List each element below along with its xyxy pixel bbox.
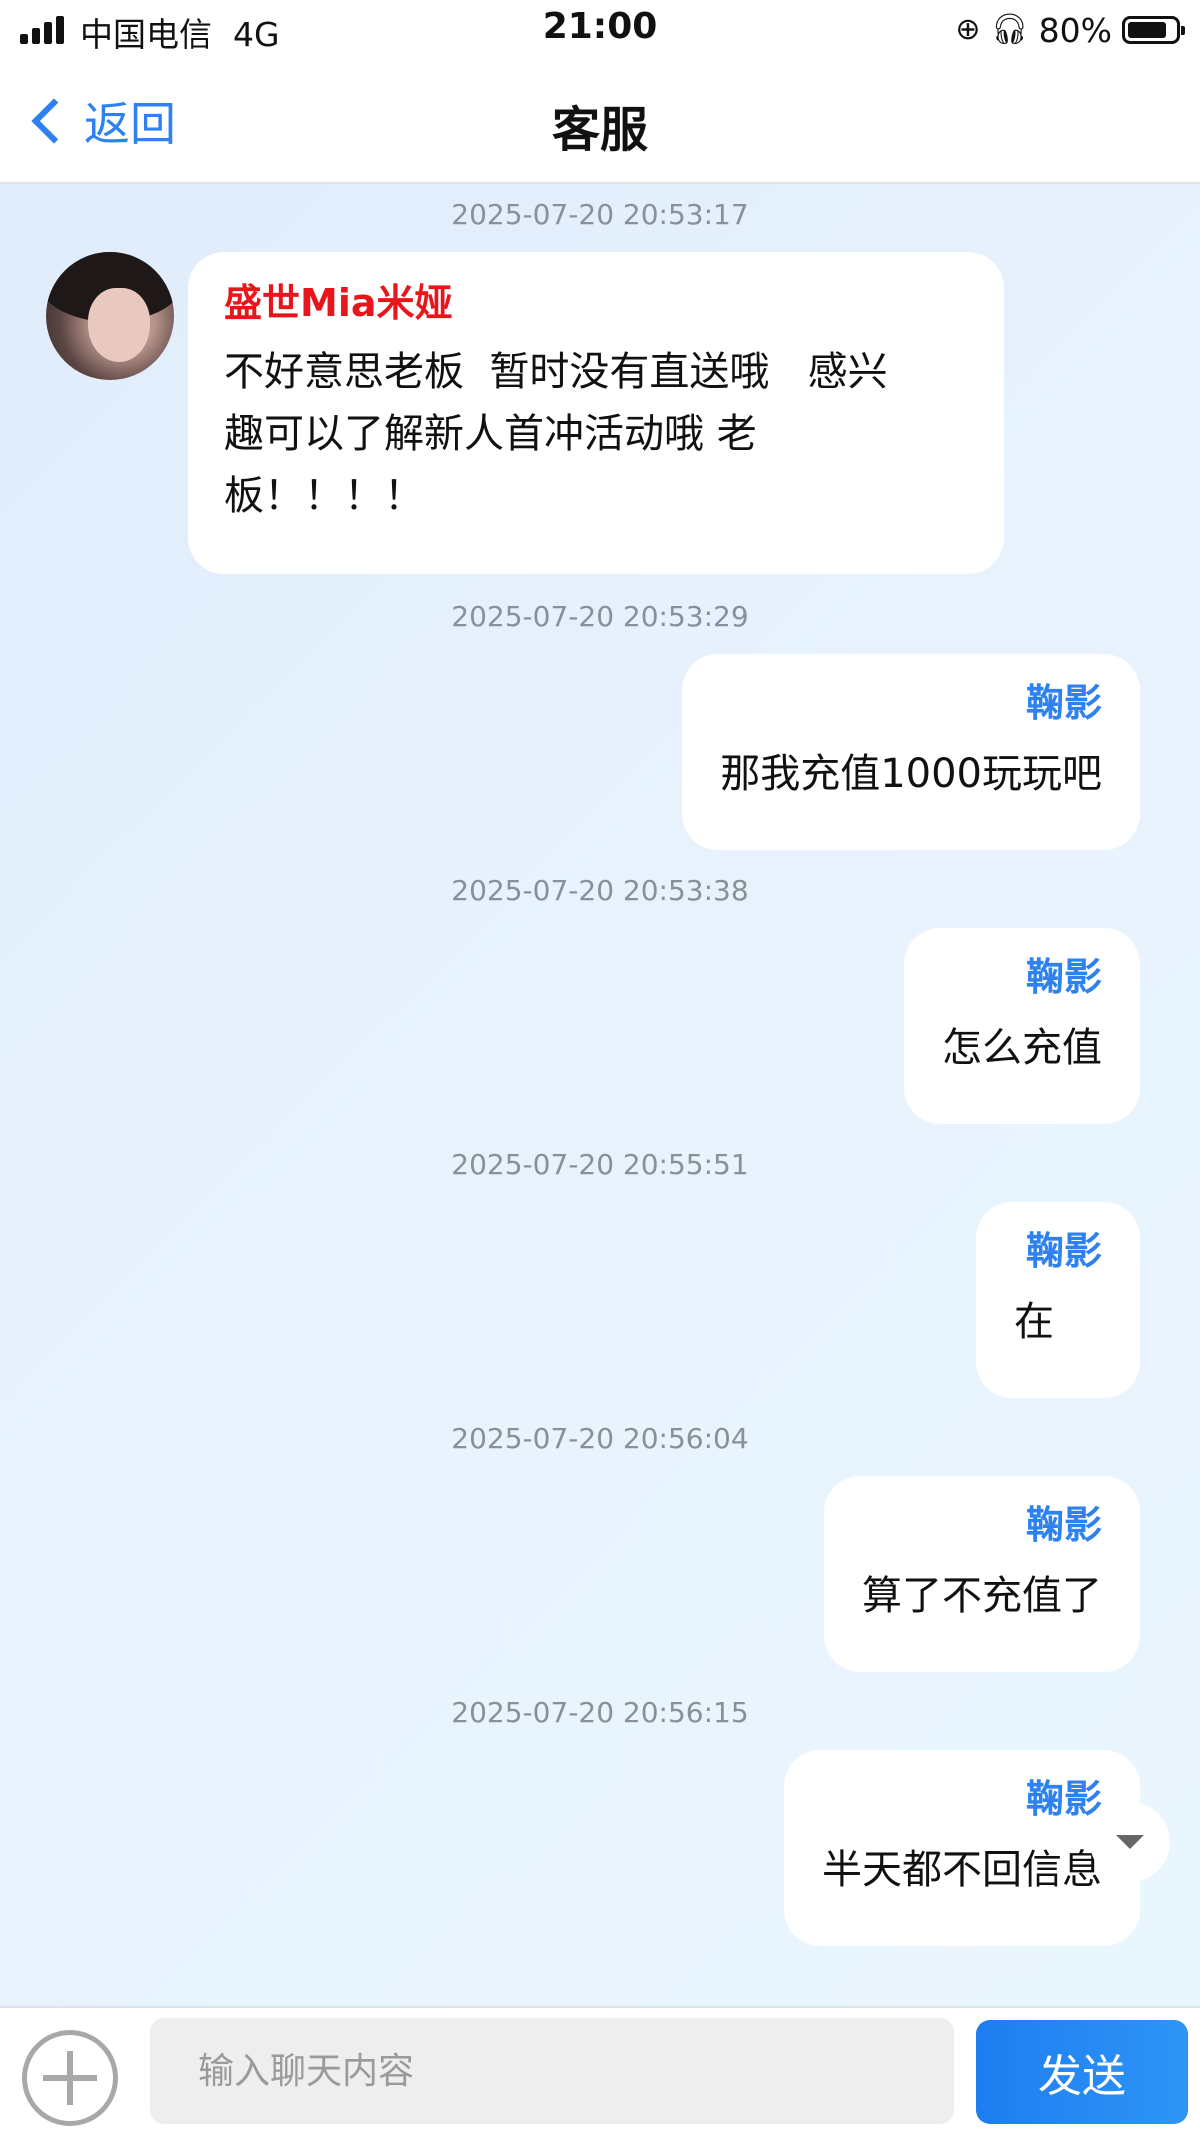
message-timestamp: 2025-07-20 20:55:51 xyxy=(451,1148,749,1181)
battery-icon xyxy=(1122,16,1185,44)
plus-circle-icon-stroke xyxy=(67,2051,73,2105)
message-text: 那我充值1000玩玩吧 xyxy=(720,751,1102,797)
sender-name: 鞠影 xyxy=(1025,1503,1102,1547)
message-bubble-user: 鞠影 那我充值1000玩玩吧 xyxy=(682,654,1140,850)
headphones-icon: 🎧︎ xyxy=(990,12,1029,47)
message-text: 算了不充值了 xyxy=(862,1573,1102,1619)
sender-name: 盛世Mia米娅 xyxy=(224,281,453,325)
sender-name: 鞠影 xyxy=(1025,681,1102,725)
message-timestamp: 2025-07-20 20:56:15 xyxy=(451,1696,749,1729)
sender-name: 鞠影 xyxy=(1025,1777,1102,1821)
page-title: 客服 xyxy=(551,102,648,158)
agent-avatar[interactable] xyxy=(46,252,174,380)
message-line: 趣可以了解新人首冲活动哦 老 xyxy=(224,411,757,457)
send-button[interactable]: 发送 xyxy=(976,2020,1188,2124)
message-timestamp: 2025-07-20 20:53:29 xyxy=(451,600,749,633)
message-line: 不好意思老板 暂时没有直送哦 感兴 xyxy=(224,349,888,395)
message-text: 在 xyxy=(1014,1299,1054,1345)
battery-percentage: 80% xyxy=(1038,10,1112,50)
message-bubble-user: 鞠影 算了不充值了 xyxy=(824,1476,1140,1672)
nav-bar: 返回 客服 xyxy=(0,60,1200,184)
message-text: 半天都不回信息 xyxy=(822,1847,1102,1893)
sender-name: 鞠影 xyxy=(1025,1229,1102,1273)
message-timestamp: 2025-07-20 20:53:38 xyxy=(451,874,749,907)
input-bar: 发送 xyxy=(0,2006,1200,2134)
message-bubble-user: 鞠影 在 xyxy=(976,1202,1140,1398)
message-bubble-user: 鞠影 半天都不回信息 xyxy=(784,1750,1140,1946)
chat-area[interactable]: 2025-07-20 20:53:17 盛世Mia米娅 不好意思老板 暂时没有直… xyxy=(0,184,1200,2006)
message-line: 板！！！！ xyxy=(224,473,424,519)
message-timestamp: 2025-07-20 20:56:04 xyxy=(451,1422,749,1455)
message-text: 不好意思老板 暂时没有直送哦 感兴 趣可以了解新人首冲活动哦 老 板！！！！ xyxy=(224,341,968,527)
chat-input[interactable] xyxy=(150,2018,954,2124)
caret-down-icon xyxy=(1116,1835,1144,1849)
message-timestamp: 2025-07-20 20:53:17 xyxy=(451,198,749,231)
add-attachment-button[interactable] xyxy=(22,2030,118,2126)
message-bubble-agent: 盛世Mia米娅 不好意思老板 暂时没有直送哦 感兴 趣可以了解新人首冲活动哦 老… xyxy=(188,252,1004,574)
message-bubble-user: 鞠影 怎么充值 xyxy=(904,928,1140,1124)
scroll-to-bottom-button[interactable] xyxy=(1090,1802,1170,1882)
sender-name: 鞠影 xyxy=(1025,955,1102,999)
orientation-lock-icon: ⊕ xyxy=(955,12,981,47)
status-right: ⊕ 🎧︎ 80% xyxy=(955,10,1185,50)
message-text: 怎么充值 xyxy=(942,1025,1102,1071)
status-bar: 中国电信 4G 21:00 ⊕ 🎧︎ 80% xyxy=(0,0,1200,60)
